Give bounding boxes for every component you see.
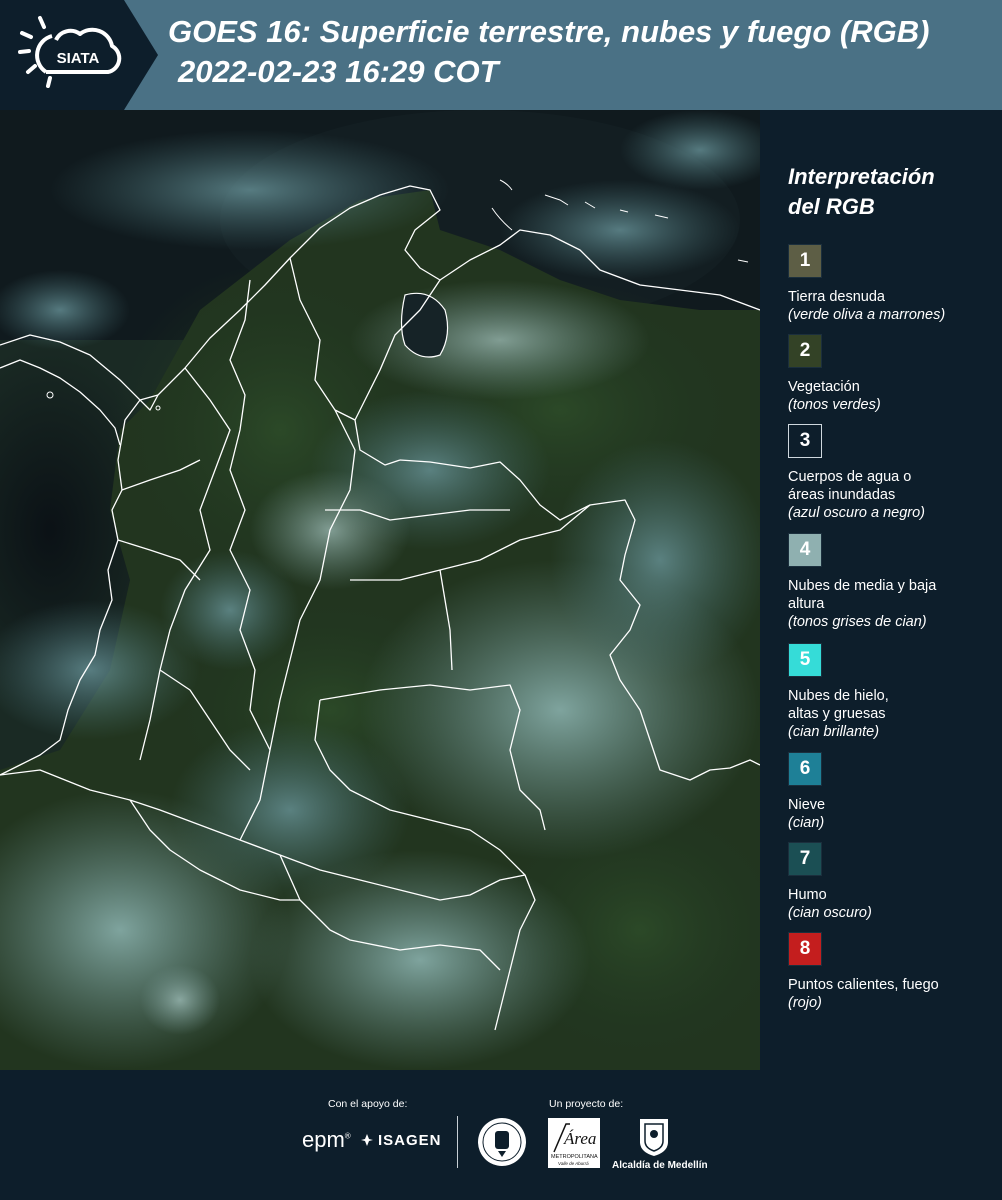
legend-item-7: 7 Humo (cian oscuro) (788, 842, 998, 922)
legend-item-name: Humo (788, 887, 827, 903)
legend-swatch-1: 1 (788, 244, 822, 278)
legend-item-desc: (tonos verdes) (788, 397, 881, 413)
metropolitan-seal-icon (476, 1116, 528, 1173)
alcaldia-label: Alcaldía de Medellín (612, 1160, 708, 1171)
siata-logo: SIATA (0, 0, 160, 110)
isagen-logo-text: ISAGEN (378, 1132, 442, 1149)
legend-item-desc: (tonos grises de cian) (788, 614, 927, 630)
area-logo-subtext: METROPOLITANA (551, 1154, 598, 1160)
legend-item-desc: (rojo) (788, 995, 822, 1011)
legend-title: Interpretación del RGB (788, 162, 988, 222)
legend-item-1: 1 Tierra desnuda (verde oliva a marrones… (788, 244, 998, 324)
isagen-icon (360, 1133, 374, 1147)
legend-item-name: Puntos calientes, fuego (788, 977, 939, 993)
legend-item-2: 2 Vegetación (tonos verdes) (788, 334, 998, 414)
legend-item-desc: (azul oscuro a negro) (788, 505, 926, 521)
legend-swatch-6: 6 (788, 752, 822, 786)
legend-swatch-5: 5 (788, 643, 822, 677)
legend-item-name: Nubes de media y baja altura (788, 578, 937, 612)
legend-item-name: Nubes de hielo, altas y gruesas (788, 688, 889, 722)
legend-title-line1: Interpretación (788, 164, 935, 189)
legend-swatch-2: 2 (788, 334, 822, 368)
satellite-map (0, 110, 760, 1070)
legend-panel: Interpretación del RGB 1 Tierra desnuda … (760, 110, 1002, 1070)
legend-swatch-4: 4 (788, 533, 822, 567)
isagen-logo: ISAGEN (360, 1132, 442, 1149)
area-logo-text: Área (563, 1129, 596, 1148)
legend-item-desc: (verde oliva a marrones) (788, 307, 946, 323)
legend-title-line2: del RGB (788, 194, 875, 219)
footer: Con el apoyo de: Un proyecto de: epm® IS… (0, 1070, 1002, 1200)
legend-item-desc: (cian oscuro) (788, 905, 872, 921)
legend-item-name: Cuerpos de agua o áreas inundadas (788, 469, 912, 503)
siata-logo-text: SIATA (57, 50, 100, 67)
legend-item-4: 4 Nubes de media y baja altura (tonos gr… (788, 533, 998, 631)
legend-swatch-8: 8 (788, 932, 822, 966)
epm-logo: epm® (302, 1127, 351, 1152)
header: SIATA GOES 16: Superficie terrestre, nub… (0, 0, 1002, 110)
legend-item-name: Tierra desnuda (788, 289, 885, 305)
legend-item-5: 5 Nubes de hielo, altas y gruesas (cian … (788, 643, 998, 741)
legend-item-8: 8 Puntos calientes, fuego (rojo) (788, 932, 998, 1012)
area-logo-subtext2: Valle de Aburrá (558, 1161, 589, 1166)
page-timestamp: 2022-02-23 16:29 COT (178, 54, 499, 89)
legend-item-3: 3 Cuerpos de agua o áreas inundadas (azu… (788, 424, 998, 522)
page-title: GOES 16: Superficie terrestre, nubes y f… (168, 14, 930, 49)
project-label: Un proyecto de: (549, 1098, 624, 1110)
support-label: Con el apoyo de: (328, 1098, 408, 1110)
epm-logo-text: epm (302, 1127, 345, 1152)
legend-item-name: Nieve (788, 797, 826, 813)
legend-item-desc: (cian brillante) (788, 724, 880, 740)
legend-item-desc: (cian) (788, 815, 825, 831)
footer-divider (457, 1116, 458, 1168)
legend-swatch-3: 3 (788, 424, 822, 458)
legend-swatch-7: 7 (788, 842, 822, 876)
area-metropolitana-logo: Área METROPOLITANA Valle de Aburrá (548, 1118, 600, 1168)
alcaldia-shield-icon (637, 1116, 671, 1163)
legend-item-6: 6 Nieve (cian) (788, 752, 998, 832)
legend-item-name: Vegetación (788, 379, 860, 395)
